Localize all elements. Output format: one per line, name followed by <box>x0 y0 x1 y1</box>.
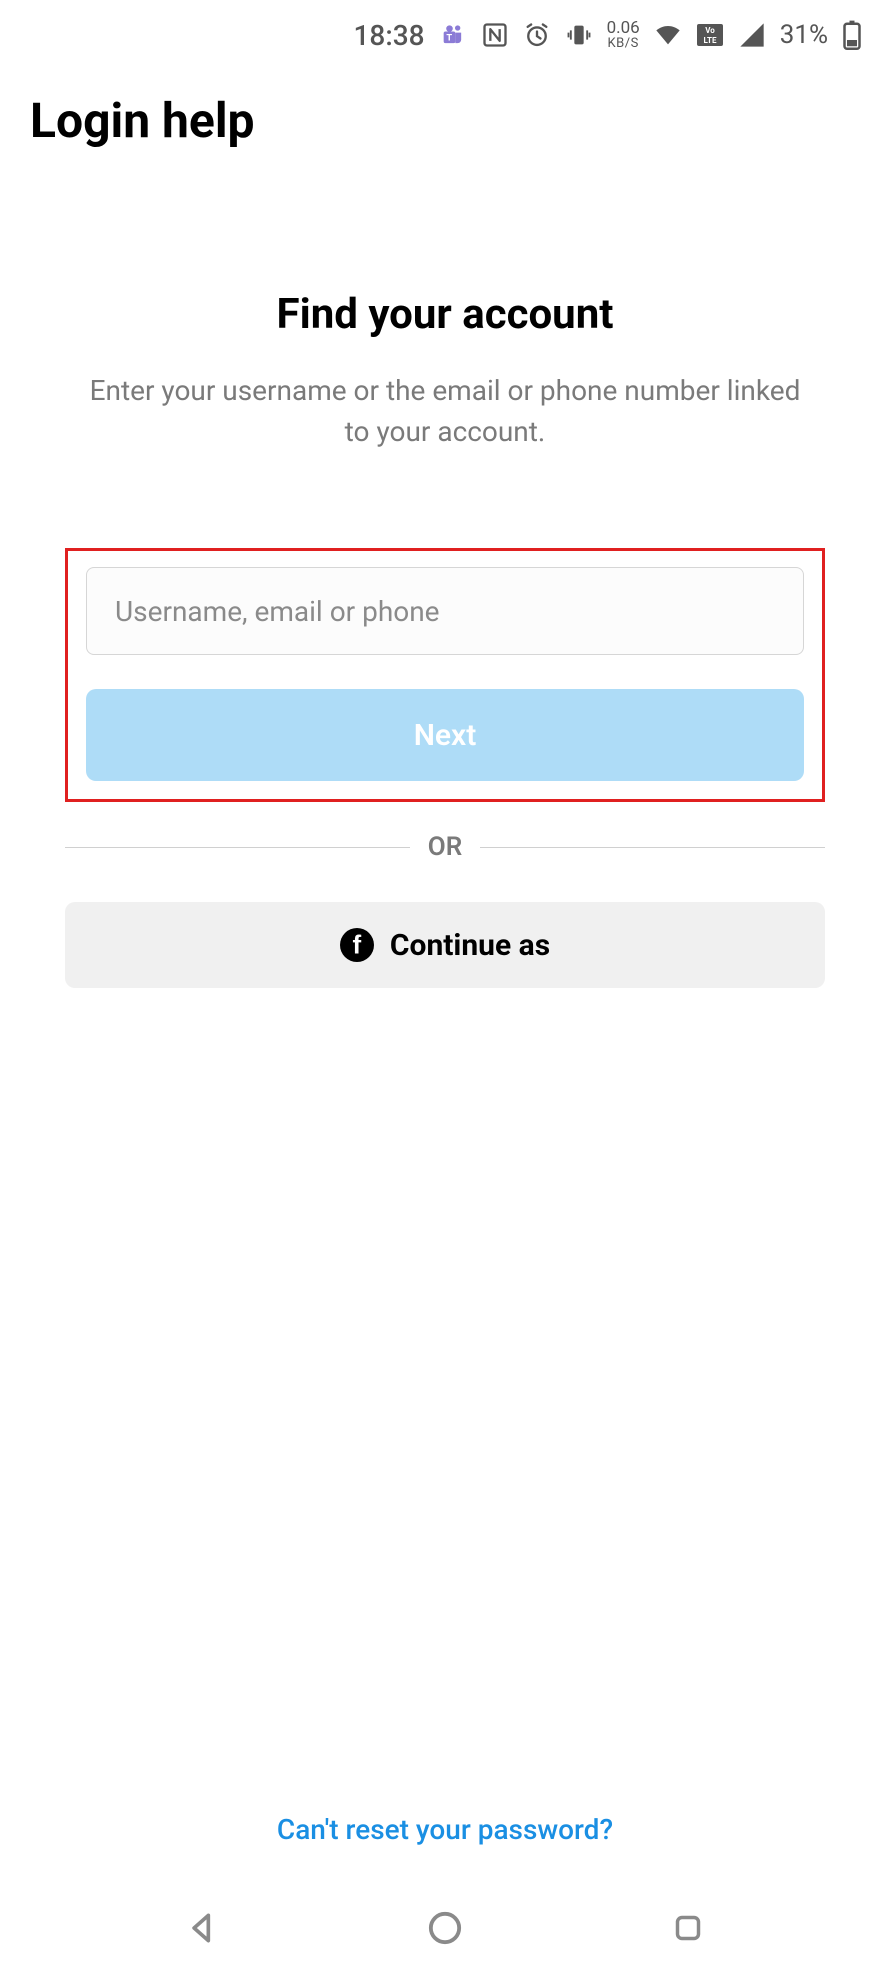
divider-line <box>65 847 410 848</box>
main-content: Find your account Enter your username or… <box>0 290 890 988</box>
next-button[interactable]: Next <box>86 689 804 781</box>
find-account-title: Find your account <box>277 290 614 339</box>
svg-text:T: T <box>446 33 452 44</box>
svg-text:Vo: Vo <box>705 26 715 35</box>
nav-home-button[interactable] <box>422 1905 468 1951</box>
or-label: OR <box>428 832 462 862</box>
wifi-icon <box>654 21 682 49</box>
net-speed: 0.06 KB/S <box>607 20 640 50</box>
facebook-button-label: Continue as <box>390 928 550 963</box>
or-separator: OR <box>65 832 825 862</box>
battery-icon <box>842 20 862 50</box>
signal-icon <box>738 21 766 49</box>
page-title: Login help <box>30 92 255 149</box>
svg-text:LTE: LTE <box>703 36 716 45</box>
alarm-icon <box>523 21 551 49</box>
android-nav-bar <box>0 1878 890 1978</box>
divider-line <box>480 847 825 848</box>
nav-back-button[interactable] <box>179 1905 225 1951</box>
volte-icon: VoLTE <box>696 23 724 47</box>
highlight-box: Next <box>65 548 825 802</box>
teams-icon: T <box>439 21 467 49</box>
status-time: 18:38 <box>354 19 425 52</box>
cant-reset-password-link[interactable]: Can't reset your password? <box>0 1813 890 1846</box>
facebook-icon <box>340 928 374 962</box>
vibrate-icon <box>565 21 593 49</box>
facebook-continue-button[interactable]: Continue as <box>65 902 825 988</box>
nav-recent-button[interactable] <box>665 1905 711 1951</box>
nfc-icon <box>481 21 509 49</box>
battery-percent: 31% <box>780 20 828 50</box>
username-input[interactable] <box>86 567 804 655</box>
status-bar: 18:38 T 0.06 KB/S VoLTE 31% <box>0 0 890 70</box>
find-account-subtitle: Enter your username or the email or phon… <box>85 371 805 452</box>
